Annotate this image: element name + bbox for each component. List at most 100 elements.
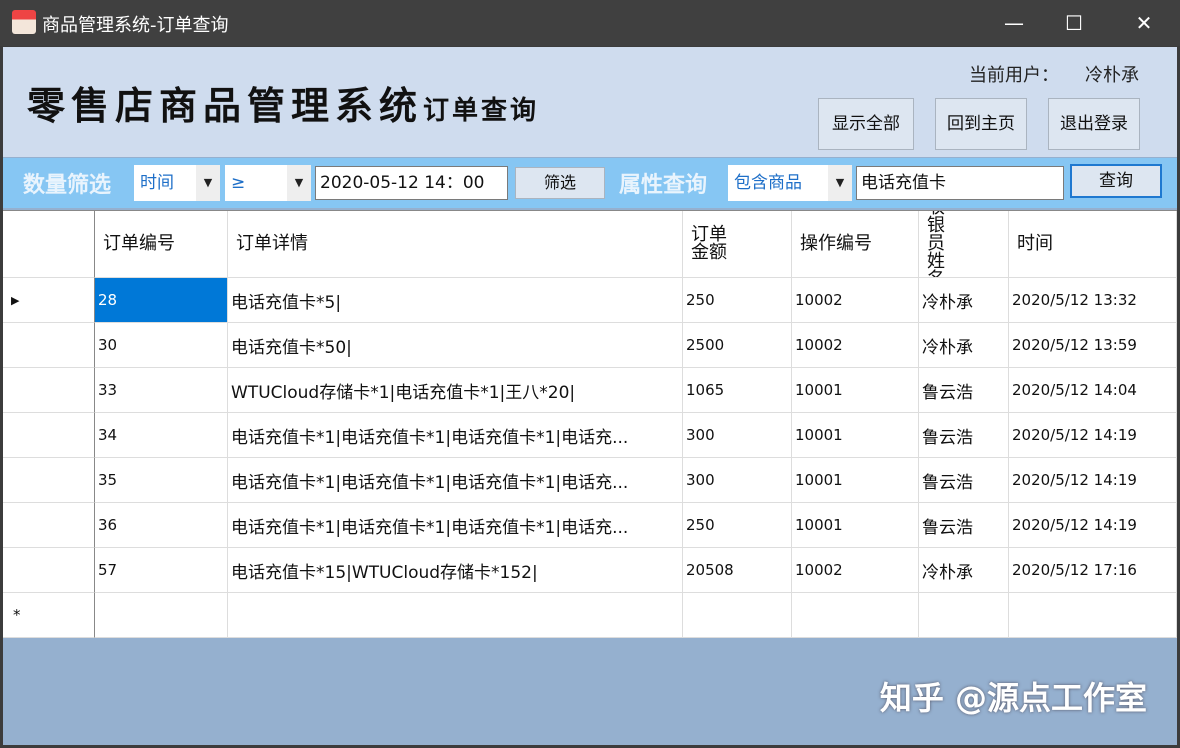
logout-button[interactable]: 退出登录	[1048, 98, 1140, 150]
row-header[interactable]	[3, 413, 95, 458]
table-cell[interactable]: 冷朴承	[919, 323, 1009, 368]
logo-sub: 订单查询	[423, 96, 540, 126]
close-button[interactable]: ✕	[1114, 0, 1174, 46]
current-user: 当前用户： 冷朴承	[969, 61, 1139, 87]
table-cell[interactable]: 2020/5/12 14:19	[1009, 503, 1177, 548]
logo: 零售店商品管理系统订单查询	[27, 75, 539, 130]
attr-field-select[interactable]: 包含商品 ▼	[728, 165, 852, 201]
filter-bar: 数量筛选 时间 ▼ ≥ ▼ 2020-05-12 14：00 筛选 属性查询 包含商…	[3, 158, 1177, 208]
new-row-cell[interactable]	[919, 593, 1009, 638]
app-icon	[12, 10, 36, 34]
table-cell[interactable]: 10001	[792, 458, 919, 503]
table-cell[interactable]: 电话充值卡*15|WTUCloud存储卡*152|	[228, 548, 683, 593]
orders-grid[interactable]: 订单编号订单详情订单金额操作编号收银员姓名时间▶28电话充值卡*5|250100…	[3, 210, 1177, 638]
table-cell[interactable]: 28	[95, 278, 228, 323]
table-cell[interactable]: 1065	[683, 368, 792, 413]
row-header[interactable]	[3, 548, 95, 593]
filter-value-input[interactable]: 2020-05-12 14：00	[315, 166, 508, 200]
column-header[interactable]: 操作编号	[792, 211, 919, 278]
table-cell[interactable]: 34	[95, 413, 228, 458]
column-header[interactable]: 收银员姓名	[919, 211, 959, 278]
operator-select[interactable]: ≥ ▼	[225, 165, 311, 201]
table-cell[interactable]: 36	[95, 503, 228, 548]
table-cell[interactable]: 电话充值卡*5|	[228, 278, 683, 323]
user-label: 当前用户：	[969, 65, 1059, 86]
table-cell[interactable]: 2020/5/12 17:16	[1009, 548, 1177, 593]
maximize-button[interactable]: ☐	[1044, 0, 1104, 46]
row-header-corner	[3, 211, 95, 278]
column-header[interactable]: 时间	[1009, 211, 1177, 278]
minimize-button[interactable]: —	[984, 0, 1044, 46]
field-select[interactable]: 时间 ▼	[134, 165, 220, 201]
table-cell[interactable]: 电话充值卡*1|电话充值卡*1|电话充值卡*1|电话充...	[228, 413, 683, 458]
chevron-down-icon: ▼	[828, 165, 852, 201]
table-cell[interactable]: 鲁云浩	[919, 458, 1009, 503]
chevron-down-icon: ▼	[287, 165, 311, 201]
column-header-filler	[743, 211, 792, 278]
table-cell[interactable]: 电话充值卡*1|电话充值卡*1|电话充值卡*1|电话充...	[228, 458, 683, 503]
table-cell[interactable]: 250	[683, 503, 792, 548]
table-cell[interactable]: WTUCloud存储卡*1|电话充值卡*1|王八*20|	[228, 368, 683, 413]
table-cell[interactable]: 30	[95, 323, 228, 368]
table-cell[interactable]: 冷朴承	[919, 278, 1009, 323]
client-area: 零售店商品管理系统订单查询 当前用户： 冷朴承 显示全部 回到主页 退出登录 数量…	[3, 47, 1177, 745]
table-cell[interactable]: 10002	[792, 548, 919, 593]
table-cell[interactable]: 鲁云浩	[919, 503, 1009, 548]
field-value: 时间	[140, 173, 174, 193]
column-header[interactable]: 订单编号	[95, 211, 228, 278]
new-row-cell[interactable]	[683, 593, 792, 638]
user-name: 冷朴承	[1085, 65, 1139, 86]
watermark: 知乎 @源点工作室	[879, 679, 1147, 717]
logo-main: 零售店商品管理系统	[27, 83, 424, 128]
row-header[interactable]	[3, 503, 95, 548]
table-cell[interactable]: 250	[683, 278, 792, 323]
table-cell[interactable]: 10002	[792, 278, 919, 323]
new-row-cell[interactable]	[1009, 593, 1177, 638]
filter-button[interactable]: 筛选	[515, 167, 605, 199]
table-cell[interactable]: 300	[683, 413, 792, 458]
table-cell[interactable]: 2020/5/12 14:19	[1009, 413, 1177, 458]
row-header[interactable]	[3, 458, 95, 503]
table-cell[interactable]: 35	[95, 458, 228, 503]
table-cell[interactable]: 10002	[792, 323, 919, 368]
table-cell[interactable]: 10001	[792, 503, 919, 548]
table-cell[interactable]: 2020/5/12 13:59	[1009, 323, 1177, 368]
table-cell[interactable]: 2020/5/12 13:32	[1009, 278, 1177, 323]
table-cell[interactable]: 300	[683, 458, 792, 503]
window-title: 商品管理系统-订单查询	[42, 15, 229, 36]
home-button[interactable]: 回到主页	[935, 98, 1027, 150]
show-all-button[interactable]: 显示全部	[818, 98, 914, 150]
new-row-cell[interactable]	[95, 593, 228, 638]
table-cell[interactable]: 2020/5/12 14:19	[1009, 458, 1177, 503]
row-header[interactable]	[3, 323, 95, 368]
table-cell[interactable]: 2500	[683, 323, 792, 368]
title-bar: 商品管理系统-订单查询 — ☐ ✕	[0, 0, 1180, 46]
table-cell[interactable]: 电话充值卡*50|	[228, 323, 683, 368]
column-header[interactable]: 订单详情	[228, 211, 683, 278]
chevron-down-icon: ▼	[196, 165, 220, 201]
qty-filter-label: 数量筛选	[23, 173, 112, 198]
attr-query-label: 属性查询	[619, 173, 708, 198]
attr-value-input[interactable]: 电话充值卡	[856, 166, 1064, 200]
header: 零售店商品管理系统订单查询 当前用户： 冷朴承 显示全部 回到主页 退出登录	[3, 47, 1177, 157]
table-cell[interactable]: 2020/5/12 14:04	[1009, 368, 1177, 413]
row-header[interactable]: *	[3, 593, 95, 638]
table-cell[interactable]: 10001	[792, 413, 919, 458]
table-cell[interactable]: 33	[95, 368, 228, 413]
table-cell[interactable]: 10001	[792, 368, 919, 413]
table-cell[interactable]: 电话充值卡*1|电话充值卡*1|电话充值卡*1|电话充...	[228, 503, 683, 548]
operator-value: ≥	[231, 173, 246, 193]
new-row-cell[interactable]	[228, 593, 683, 638]
table-cell[interactable]: 20508	[683, 548, 792, 593]
column-header-filler	[959, 211, 1009, 278]
table-cell[interactable]: 鲁云浩	[919, 413, 1009, 458]
row-header[interactable]: ▶	[3, 278, 95, 323]
query-button[interactable]: 查询	[1070, 164, 1162, 198]
row-header[interactable]	[3, 368, 95, 413]
column-header[interactable]: 订单金额	[683, 211, 743, 278]
new-row-cell[interactable]	[792, 593, 919, 638]
table-cell[interactable]: 57	[95, 548, 228, 593]
table-cell[interactable]: 鲁云浩	[919, 368, 1009, 413]
attr-field-value: 包含商品	[734, 173, 802, 193]
table-cell[interactable]: 冷朴承	[919, 548, 1009, 593]
